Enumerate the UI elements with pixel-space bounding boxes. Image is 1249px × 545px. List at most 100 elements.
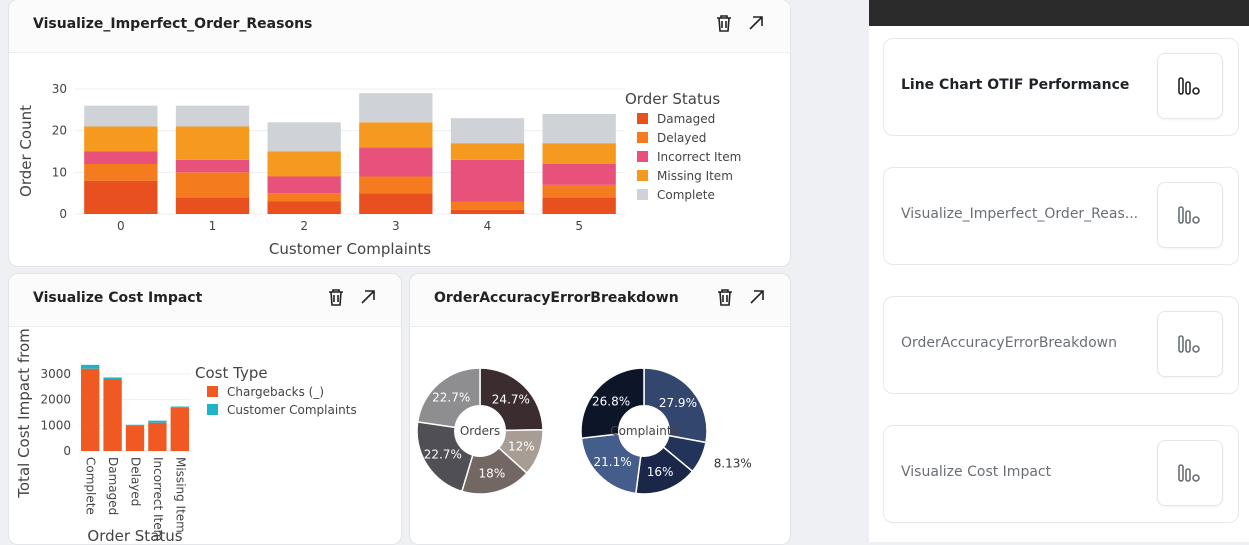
slice-label: 22.7%: [424, 448, 462, 462]
card-header: OrderAccuracyErrorBreakdown: [410, 274, 790, 327]
bar-segment: [175, 159, 250, 173]
x-tick-label: 0: [117, 219, 125, 233]
x-tick-label: 5: [575, 219, 583, 233]
bar-segment: [359, 122, 433, 148]
slice-label: 22.7%: [432, 391, 470, 405]
x-axis-label: Order Status: [87, 527, 182, 544]
bar-chart-icon: [1178, 206, 1200, 224]
x-tick-label: Complete: [84, 457, 98, 515]
trash-icon[interactable]: [713, 12, 735, 34]
viz-card-label: OrderAccuracyErrorBreakdown: [901, 335, 1117, 351]
expand-arrow-icon[interactable]: [357, 286, 379, 308]
viz-card-cost-impact[interactable]: Visualize Cost Impact: [883, 425, 1239, 523]
y-axis-label: Total Cost Impact from: [15, 328, 33, 498]
y-tick-label: 0: [59, 207, 67, 221]
imperfect-order-reasons-card: Visualize_Imperfect_Order_Reasons 0 10 20 3…: [8, 0, 791, 267]
y-tick-label: 1000: [40, 418, 71, 432]
bar-segment: [84, 105, 158, 127]
add-chart-button[interactable]: [1157, 311, 1223, 377]
bar-segment: [175, 105, 250, 127]
y-tick-label: 10: [52, 165, 67, 179]
bar-segment: [450, 201, 525, 210]
legend-title: Cost Type: [195, 364, 268, 382]
x-axis-label: Customer Complaints: [269, 240, 431, 258]
bar-segment: [267, 122, 341, 152]
viz-card-label: Visualize_Imperfect_Order_Reas...: [901, 206, 1139, 222]
bar-segment: [267, 151, 341, 177]
viz-card-imperfect-order-reasons[interactable]: Visualize_Imperfect_Order_Reas...: [883, 167, 1239, 265]
bar-segment: [148, 420, 167, 423]
viz-card-label: Line Chart OTIF Performance: [901, 77, 1130, 93]
viz-card-order-accuracy[interactable]: OrderAccuracyErrorBreakdown: [883, 296, 1239, 394]
slice-label: 12%: [508, 439, 535, 453]
bar-segment: [267, 201, 341, 214]
panel-top-bar: [869, 0, 1249, 26]
bar-segment: [103, 379, 122, 451]
card-title: Visualize_Imperfect_Order_Reasons: [33, 16, 313, 32]
card-title: Visualize Cost Impact: [33, 290, 203, 306]
card-header: Visualize_Imperfect_Order_Reasons: [9, 0, 790, 53]
add-chart-button[interactable]: [1157, 182, 1223, 248]
bar-chart-icon: [1178, 335, 1200, 353]
legend-swatch: [637, 151, 648, 162]
order-accuracy-card: OrderAccuracyErrorBreakdown 24.7% 12% 18% 2…: [409, 273, 791, 545]
legend-label: Incorrect Item: [657, 150, 741, 164]
bar-segment: [359, 193, 433, 214]
legend-label: Delayed: [657, 131, 706, 145]
x-tick-label: 4: [484, 219, 492, 233]
bar-segment: [125, 424, 145, 426]
viz-card-line-chart-otif[interactable]: Line Chart OTIF Performance: [883, 38, 1239, 136]
y-tick-label: 0: [63, 444, 71, 458]
cost-impact-card: Visualize Cost Impact 0 1000 2000 3000 Compl…: [8, 273, 402, 545]
bar-segment: [267, 193, 341, 202]
y-tick-label: 2000: [40, 393, 71, 407]
add-chart-button[interactable]: [1157, 53, 1223, 119]
x-tick-label: 1: [209, 219, 217, 233]
bar-segment: [84, 151, 158, 164]
bar-segment: [84, 164, 158, 181]
viz-card-label: Visualize Cost Impact: [901, 464, 1052, 480]
bar-segment: [103, 377, 122, 379]
bar-segment: [542, 164, 616, 185]
bar-segment: [542, 184, 616, 198]
bar-segment: [175, 126, 250, 160]
legend-label: Damaged: [657, 112, 715, 126]
bar-segment: [267, 176, 341, 194]
x-tick-label: Delayed: [129, 457, 143, 506]
bar-segment: [359, 147, 433, 177]
slice-label: 16%: [647, 465, 674, 479]
legend-label: Missing Item: [657, 169, 733, 183]
bar-chart-icon: [1178, 77, 1200, 95]
legend-label: Customer Complaints: [227, 403, 357, 417]
expand-arrow-icon[interactable]: [745, 12, 767, 34]
donut-center-label: Orders: [460, 424, 500, 438]
donut-center-label: Complaints: [610, 424, 678, 438]
x-tick-label: Damaged: [106, 457, 120, 515]
trash-icon[interactable]: [714, 286, 736, 308]
bar-segment: [81, 364, 100, 369]
y-tick-label: 3000: [40, 367, 71, 381]
bar-segment: [125, 425, 145, 451]
bar-segment: [359, 176, 433, 194]
expand-arrow-icon[interactable]: [746, 286, 768, 308]
legend-swatch: [637, 170, 648, 181]
x-tick-label: 3: [392, 219, 400, 233]
bar-segment: [84, 180, 158, 214]
legend-swatch: [637, 113, 648, 124]
card-header: Visualize Cost Impact: [9, 274, 401, 327]
x-tick-label: 2: [300, 219, 308, 233]
cost-impact-chart: 0100020003000Complete Damaged Delayed Incor…: [15, 328, 357, 544]
bar-segment: [450, 143, 525, 160]
y-axis-label: Order Count: [17, 105, 35, 197]
bar-segment: [148, 422, 167, 451]
legend-swatch: [637, 189, 648, 200]
slice-label: 18%: [479, 466, 506, 480]
slice-label: 24.7%: [492, 393, 530, 407]
bar-chart-icon: [1178, 464, 1200, 482]
slice-label: 26.8%: [592, 395, 630, 409]
trash-icon[interactable]: [325, 286, 347, 308]
order-reasons-chart: 0 10 20 30 0 1 2 3 4 5 Customer Complaints Order Co…: [17, 82, 741, 258]
orders-donut-chart: 24.7% 12%18% 22.7% 22.7% Orders: [416, 367, 544, 495]
bar-segment: [542, 143, 616, 164]
add-chart-button[interactable]: [1157, 440, 1223, 506]
